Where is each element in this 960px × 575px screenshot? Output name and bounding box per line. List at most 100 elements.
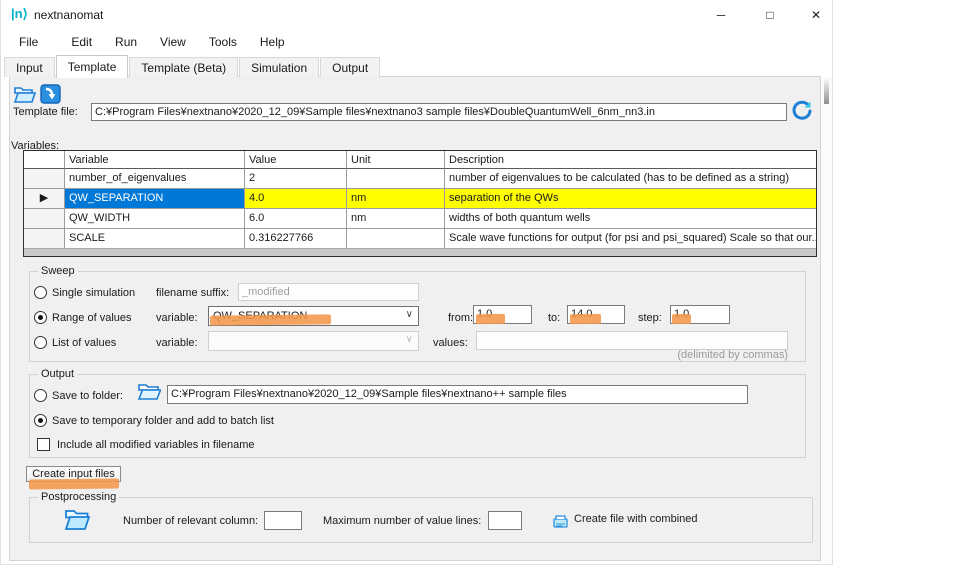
tab-template[interactable]: Template — [56, 55, 129, 78]
cell-description[interactable]: widths of both quantum wells — [445, 209, 816, 229]
cell-description[interactable]: Scale wave functions for output (for psi… — [445, 229, 816, 249]
column-header-value[interactable]: Value — [245, 151, 347, 169]
cell-unit[interactable]: nm — [347, 209, 445, 229]
postprocessing-folder-button[interactable] — [63, 505, 91, 532]
column-header-variable[interactable]: Variable — [65, 151, 245, 169]
table-row: SCALE 0.316227766 Scale wave functions f… — [24, 229, 816, 249]
chevron-down-icon: ∨ — [406, 334, 413, 345]
import-arrow-icon — [39, 84, 62, 104]
cell-variable[interactable]: QW_WIDTH — [65, 209, 245, 229]
cell-description[interactable]: number of eigenvalues to be calculated (… — [445, 169, 816, 189]
single-simulation-radio[interactable] — [34, 286, 47, 299]
table-horizontal-scrollbar[interactable] — [24, 248, 816, 256]
table-header-row: Variable Value Unit Description — [24, 151, 816, 169]
relevant-column-input[interactable] — [264, 511, 302, 530]
tab-simulation[interactable]: Simulation — [239, 57, 319, 77]
table-row: QW_WIDTH 6.0 nm widths of both quantum w… — [24, 209, 816, 229]
refresh-button[interactable] — [791, 100, 813, 122]
list-variable-label: variable: — [156, 337, 198, 349]
cell-variable[interactable]: QW_SEPARATION — [65, 189, 245, 209]
minimize-button[interactable]: ─ — [705, 0, 737, 30]
tab-input[interactable]: Input — [4, 57, 55, 77]
highlight-annotation-variable — [210, 314, 331, 325]
cell-value[interactable]: 0.316227766 — [245, 229, 347, 249]
sweep-title: Sweep — [38, 265, 78, 277]
relevant-column-label: Number of relevant column: — [123, 515, 258, 527]
column-header-description[interactable]: Description — [445, 151, 816, 169]
cell-unit[interactable] — [347, 169, 445, 189]
menu-view[interactable]: View — [150, 30, 196, 55]
title-bar: |n⟩ nextnanomat ─ □ ✕ — [1, 0, 832, 30]
nextnanomat-window: |n⟩ nextnanomat ─ □ ✕ File Edit Run View… — [0, 0, 833, 565]
menu-help[interactable]: Help — [250, 30, 295, 55]
column-header-unit[interactable]: Unit — [347, 151, 445, 169]
maximize-button[interactable]: □ — [754, 0, 786, 30]
list-of-values-radio[interactable] — [34, 336, 47, 349]
template-file-input[interactable]: C:¥Program Files¥nextnano¥2020_12_09¥Sam… — [91, 103, 787, 121]
menu-tools[interactable]: Tools — [199, 30, 247, 55]
cell-variable[interactable]: SCALE — [65, 229, 245, 249]
save-to-folder-label: Save to folder: — [52, 390, 123, 402]
window-title: nextnanomat — [34, 8, 103, 22]
value-lines-input[interactable] — [488, 511, 522, 530]
row-header[interactable] — [24, 209, 65, 229]
cell-variable[interactable]: number_of_eigenvalues — [65, 169, 245, 189]
combined-file-icon — [552, 514, 570, 530]
values-label: values: — [433, 337, 468, 349]
tab-template-beta[interactable]: Template (Beta) — [129, 57, 238, 77]
menu-edit[interactable]: Edit — [61, 30, 102, 55]
variables-table: Variable Value Unit Description number_o… — [23, 150, 817, 257]
highlight-annotation-from — [476, 314, 505, 324]
output-folder-input[interactable]: C:¥Program Files¥nextnano¥2020_12_09¥Sam… — [167, 385, 748, 404]
row-header[interactable] — [24, 229, 65, 249]
filename-suffix-input[interactable]: _modified — [238, 283, 419, 301]
tab-output[interactable]: Output — [320, 57, 380, 77]
single-simulation-label: Single simulation — [52, 287, 135, 299]
template-file-label: Template file: — [13, 106, 78, 118]
folder-open-icon — [63, 505, 91, 532]
values-input[interactable] — [476, 331, 788, 350]
browse-folder-button[interactable] — [137, 381, 161, 401]
save-to-temp-radio[interactable] — [34, 414, 47, 427]
filename-suffix-label: filename suffix: — [156, 287, 229, 299]
row-header[interactable]: ▶ — [24, 189, 65, 209]
menu-run[interactable]: Run — [105, 30, 147, 55]
row-header[interactable] — [24, 169, 65, 189]
menu-bar: File Edit Run View Tools Help — [1, 30, 832, 55]
postprocessing-title: Postprocessing — [38, 491, 119, 503]
add-to-batch-button[interactable] — [39, 84, 62, 104]
row-indicator-icon: ▶ — [40, 192, 48, 204]
save-to-temp-label: Save to temporary folder and add to batc… — [52, 415, 274, 427]
cell-unit[interactable] — [347, 229, 445, 249]
range-variable-label: variable: — [156, 312, 198, 324]
cell-value[interactable]: 2 — [245, 169, 347, 189]
chevron-down-icon: ∨ — [406, 309, 413, 320]
values-hint: (delimited by commas) — [621, 349, 788, 361]
menu-file[interactable]: File — [19, 30, 48, 55]
step-label: step: — [638, 312, 662, 324]
include-variables-checkbox[interactable] — [37, 438, 50, 451]
list-variable-combobox[interactable]: ∨ — [208, 331, 419, 351]
cell-value[interactable]: 6.0 — [245, 209, 347, 229]
tab-strip: Input Template Template (Beta) Simulatio… — [4, 55, 381, 77]
value-lines-label: Maximum number of value lines: — [323, 515, 481, 527]
output-title: Output — [38, 368, 77, 380]
close-button[interactable]: ✕ — [800, 0, 832, 30]
cell-value[interactable]: 4.0 — [245, 189, 347, 209]
vertical-scrollbar[interactable] — [822, 77, 832, 561]
range-of-values-radio[interactable] — [34, 311, 47, 324]
highlight-annotation-to — [570, 314, 601, 324]
save-to-folder-radio[interactable] — [34, 389, 47, 402]
vertical-scrollbar-thumb[interactable] — [824, 77, 829, 104]
highlight-annotation-create-button — [29, 479, 119, 490]
include-variables-label: Include all modified variables in filena… — [57, 439, 255, 451]
range-of-values-label: Range of values — [52, 312, 132, 324]
create-combined-file-label: Create file with combined — [574, 513, 698, 525]
open-template-button[interactable] — [13, 84, 36, 104]
create-combined-file-button[interactable] — [552, 514, 570, 530]
cell-description[interactable]: separation of the QWs — [445, 189, 816, 209]
cell-unit[interactable]: nm — [347, 189, 445, 209]
row-header-column — [24, 151, 65, 169]
list-of-values-label: List of values — [52, 337, 116, 349]
table-row-selected: ▶ QW_SEPARATION 4.0 nm separation of the… — [24, 189, 816, 209]
